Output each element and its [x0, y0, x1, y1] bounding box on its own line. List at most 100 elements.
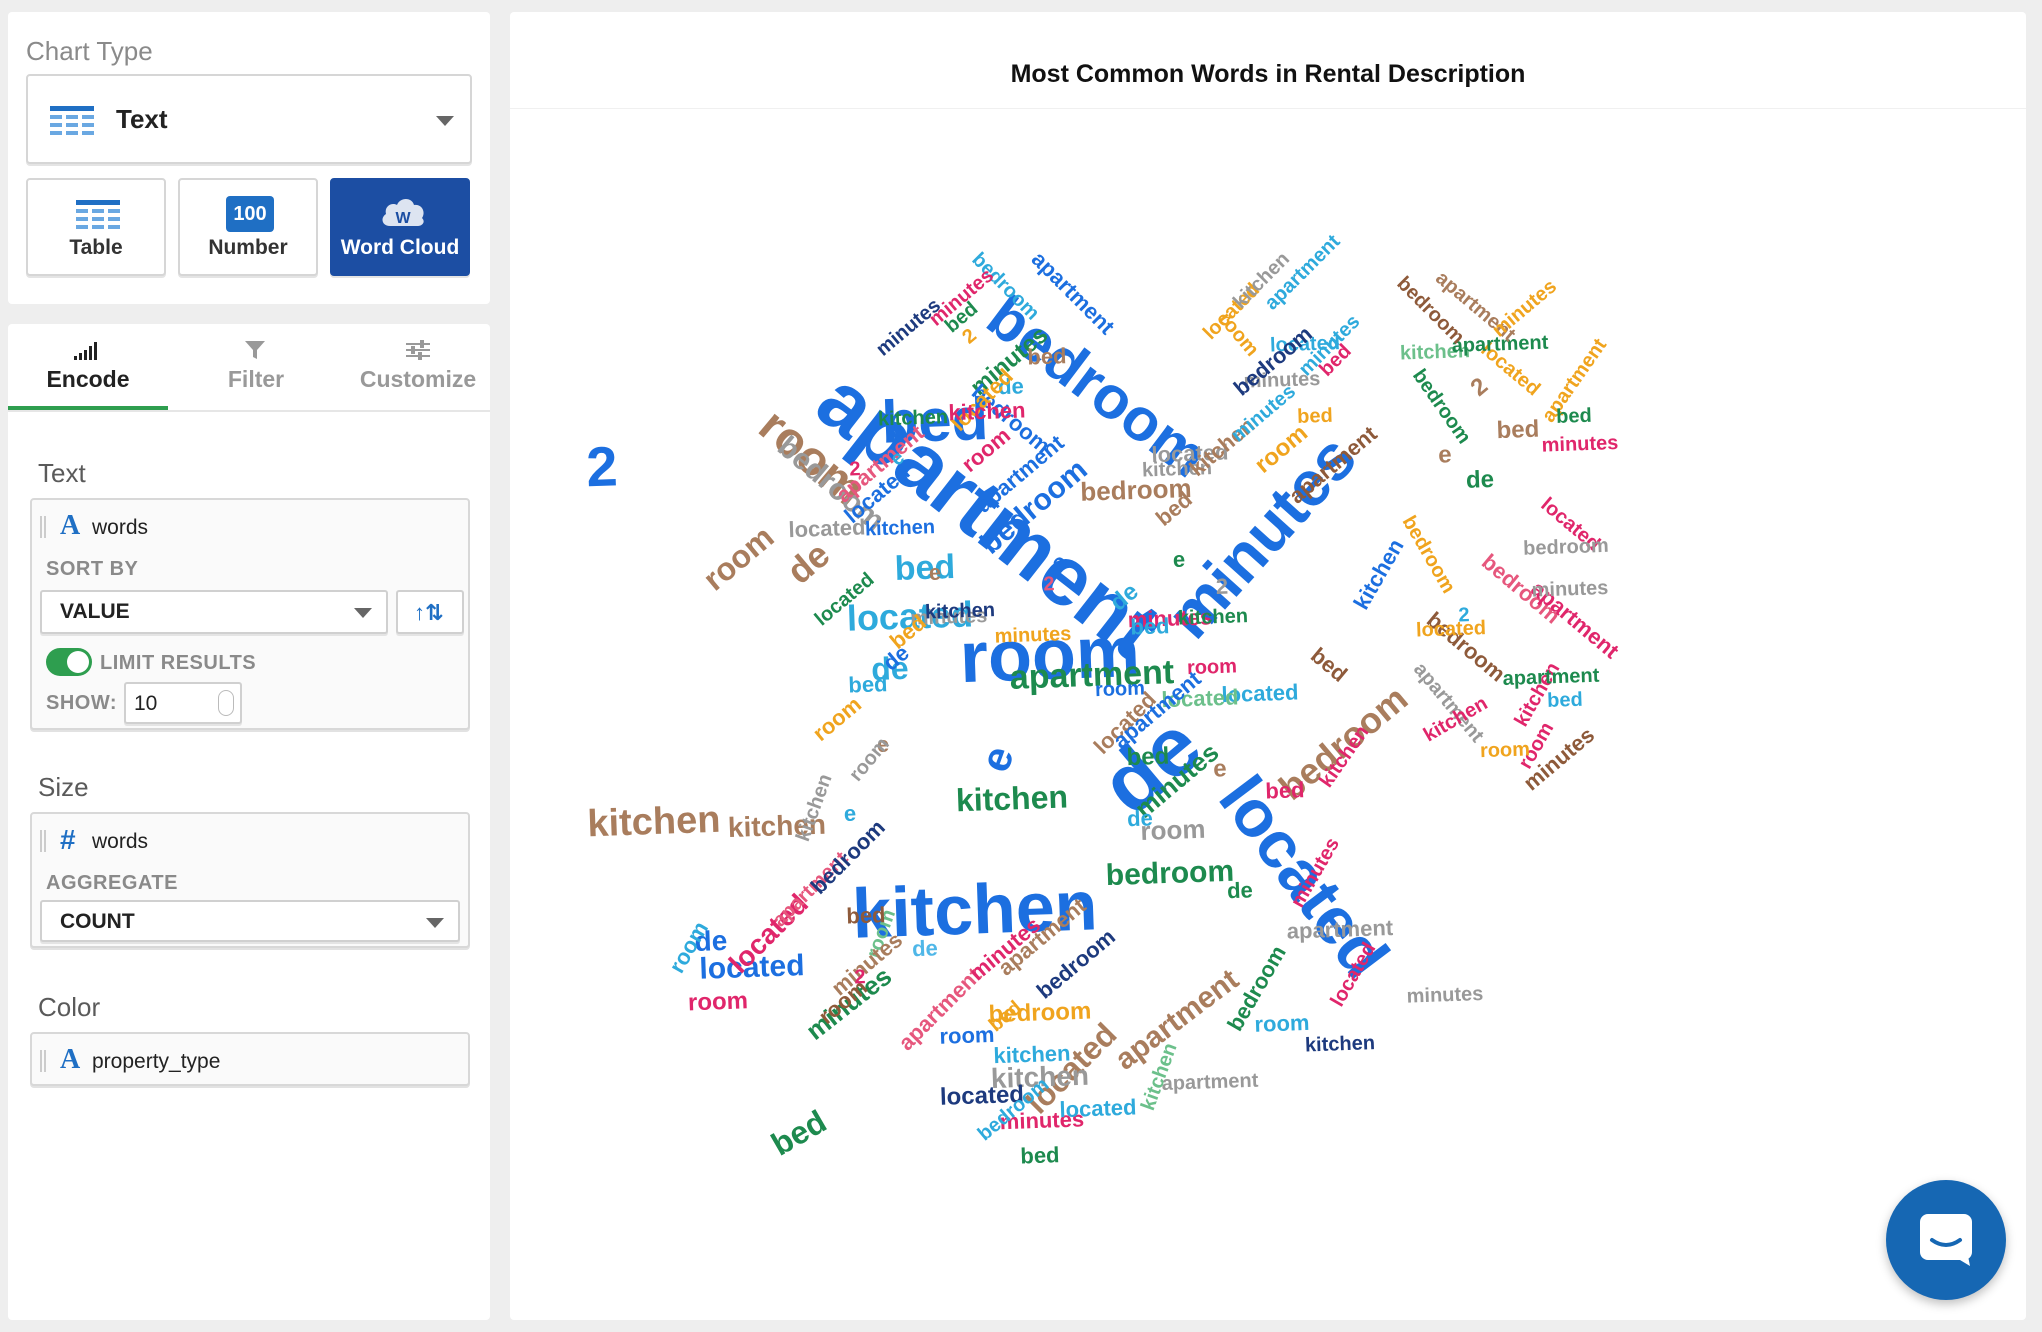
chevron-down-icon	[426, 918, 444, 928]
word-cloud-word[interactable]: apartment	[1161, 1070, 1259, 1095]
word-cloud-word[interactable]: room	[696, 519, 780, 598]
chart-type-select[interactable]: Text	[26, 74, 472, 164]
word-cloud-word[interactable]: apartment	[1502, 665, 1600, 690]
word-cloud-word[interactable]: e	[1213, 755, 1227, 782]
word-cloud-word[interactable]: kitchen	[1305, 1032, 1376, 1056]
word-cloud-word[interactable]: 2	[1215, 574, 1228, 599]
drag-handle-icon[interactable]	[40, 830, 46, 852]
word-cloud-word[interactable]: de	[1465, 466, 1494, 494]
table-type-button[interactable]: Table	[26, 178, 166, 276]
word-cloud-word[interactable]: 2	[1465, 372, 1493, 401]
word-cloud-word[interactable]: minutes	[1541, 432, 1618, 457]
tab-encode-label: Encode	[46, 366, 130, 392]
tab-customize[interactable]: Customize	[338, 324, 498, 410]
drag-handle-icon[interactable]	[40, 516, 46, 538]
table-icon	[76, 200, 120, 235]
word-cloud-word[interactable]: 2	[1043, 573, 1055, 595]
word-cloud-word[interactable]: bed	[1020, 1142, 1060, 1168]
word-cloud-word[interactable]: bed	[846, 902, 886, 928]
word-cloud-word[interactable]: bed	[765, 1103, 832, 1163]
chat-button[interactable]	[1886, 1180, 2006, 1300]
size-field-name: words	[92, 830, 149, 853]
word-cloud-word[interactable]: kitchen	[587, 799, 721, 846]
show-label: SHOW:	[46, 692, 118, 714]
tab-encode[interactable]: Encode	[8, 324, 168, 410]
tab-filter[interactable]: Filter	[176, 324, 336, 410]
word-cloud-word[interactable]: kitchen	[792, 771, 837, 844]
word-cloud-type-button[interactable]: W Word Cloud	[330, 178, 470, 276]
word-cloud-word[interactable]: kitchen	[993, 1040, 1071, 1068]
word-cloud-word[interactable]: kitchen	[925, 599, 996, 623]
word-cloud-word[interactable]: 2	[585, 434, 618, 498]
word-cloud-word[interactable]: kitchen	[1348, 535, 1408, 614]
word-cloud-word[interactable]: bedroom	[1398, 512, 1460, 597]
word-cloud-word[interactable]: de	[912, 935, 939, 961]
word-cloud-word[interactable]: de	[779, 534, 838, 592]
word-cloud-word[interactable]: de	[1227, 877, 1254, 903]
number-type-label: Number	[208, 236, 288, 259]
text-channel-heading: Text	[38, 458, 86, 488]
chart-type-value: Text	[116, 104, 168, 134]
tabs-divider	[8, 410, 490, 412]
word-cloud-word[interactable]: bed	[1130, 613, 1170, 639]
word-cloud-word[interactable]: kitchen	[955, 779, 1068, 819]
word-cloud-word[interactable]: minutes	[1406, 983, 1483, 1008]
word-cloud-word[interactable]: bedroom	[1408, 365, 1475, 448]
sort-by-select[interactable]: VALUE	[40, 590, 388, 634]
chart-type-heading: Chart Type	[26, 36, 153, 66]
word-cloud-word[interactable]: room	[1254, 1010, 1310, 1037]
word-cloud-word[interactable]: apartment	[1286, 915, 1394, 944]
word-cloud-word[interactable]: minutes	[994, 623, 1071, 648]
word-cloud-word[interactable]: bed	[848, 671, 888, 697]
word-cloud-word[interactable]: kitchen	[948, 397, 1026, 425]
sliders-icon	[406, 340, 430, 365]
word-cloud-word[interactable]: room	[1480, 738, 1531, 762]
word-cloud-word[interactable]: kitchen	[1178, 605, 1249, 629]
word-cloud-word[interactable]: e	[1438, 441, 1452, 468]
word-cloud-word[interactable]: bed	[1306, 643, 1352, 687]
show-count-stepper[interactable]: 10	[124, 682, 242, 724]
word-cloud-type-label: Word Cloud	[340, 236, 460, 259]
word-cloud-word[interactable]: room	[808, 691, 866, 746]
sort-direction-button[interactable]: ↑⇅	[396, 590, 464, 634]
word-cloud-word[interactable]: bed	[1297, 405, 1333, 428]
word-cloud-word[interactable]: e	[843, 801, 856, 826]
word-cloud-word[interactable]: minutes	[1531, 577, 1608, 602]
bar-signal-icon	[74, 340, 100, 365]
text-channel-card: A words SORT BY VALUE ↑⇅ LIMIT RESULTS S…	[30, 498, 470, 730]
word-cloud-word[interactable]: kitchen	[865, 516, 936, 540]
word-cloud-word[interactable]: 2	[854, 966, 866, 988]
word-cloud-word[interactable]: room	[939, 1022, 995, 1049]
word-cloud-word[interactable]: de	[1127, 805, 1154, 831]
word-cloud-word[interactable]: bed	[1556, 405, 1592, 428]
word-cloud-word[interactable]: bed	[1547, 689, 1583, 712]
word-cloud-word[interactable]: bed	[894, 548, 956, 588]
encoding-panel: Encode Filter Customize Text A words SOR…	[8, 324, 490, 1320]
word-cloud-word[interactable]: minutes	[872, 294, 945, 360]
word-cloud-word[interactable]: bed	[1027, 343, 1067, 369]
word-cloud: apartmentbedroomroomdekitchen locatedminu…	[585, 230, 1624, 1168]
word-cloud-word[interactable]: located	[1416, 617, 1487, 641]
word-cloud-word[interactable]: located	[1059, 1094, 1137, 1122]
word-cloud-word[interactable]: e	[1172, 547, 1185, 572]
word-cloud-word[interactable]: room	[688, 987, 749, 1016]
word-cloud-word[interactable]: bedroom	[1523, 535, 1609, 560]
show-count-value: 10	[134, 692, 158, 715]
word-cloud-word[interactable]: bedroom	[1105, 855, 1234, 892]
chevron-down-icon	[436, 116, 454, 126]
word-cloud-word[interactable]: located	[788, 514, 866, 542]
word-cloud-word[interactable]: bed	[1126, 743, 1170, 771]
word-cloud-word[interactable]: 2	[1458, 604, 1470, 626]
word-cloud-word[interactable]: e	[971, 740, 1023, 778]
word-cloud-word[interactable]: bed	[1265, 777, 1305, 803]
word-cloud-word[interactable]: e	[928, 560, 941, 585]
word-cloud-word[interactable]: bed	[1496, 416, 1540, 444]
drag-handle-icon[interactable]	[40, 1050, 46, 1072]
word-cloud-word[interactable]: apartment	[1009, 653, 1175, 697]
limit-results-toggle[interactable]	[46, 648, 92, 676]
cloud-icon: W	[378, 192, 428, 237]
number-type-button[interactable]: 100 Number	[178, 178, 318, 276]
chart-canvas: Most Common Words in Rental Description …	[510, 12, 2026, 1320]
aggregate-select[interactable]: COUNT	[40, 900, 460, 942]
string-type-icon: A	[60, 510, 81, 541]
